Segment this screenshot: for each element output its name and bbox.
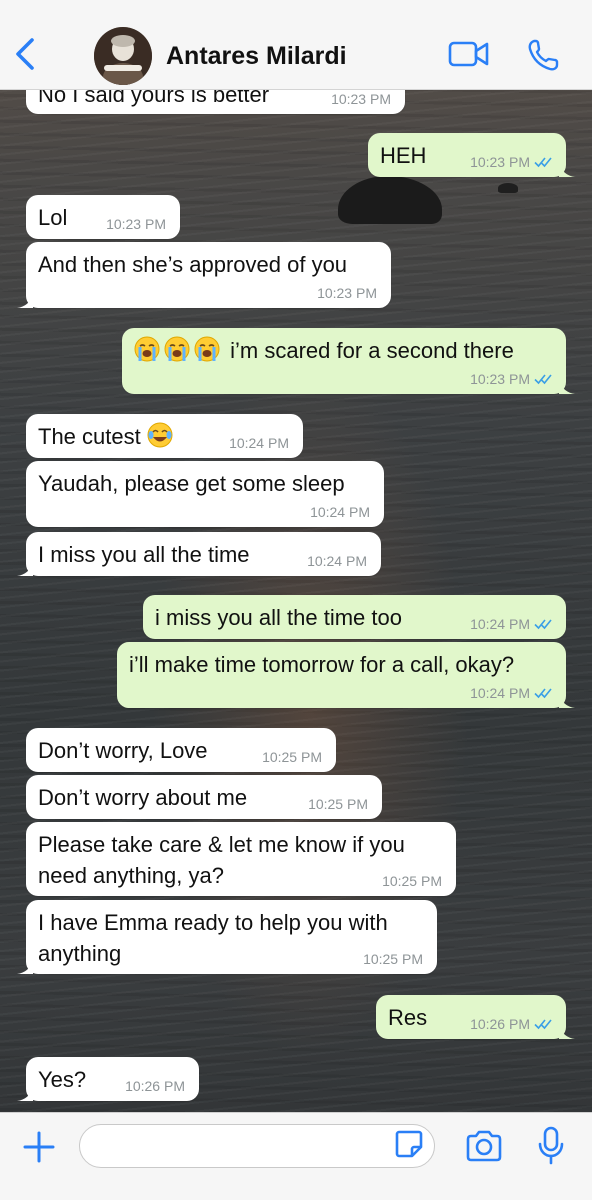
message-meta: 10:24 PM (470, 616, 554, 632)
message-outgoing[interactable]: i’m scared for a second there 10:23 PM (122, 328, 575, 394)
message-time: 10:24 PM (470, 616, 530, 632)
message-meta: 10:26 PM (470, 1016, 554, 1032)
avatar[interactable] (94, 27, 152, 85)
read-ticks-icon (534, 1019, 552, 1030)
message-text: Yaudah, please get some sleep (38, 471, 345, 496)
bubble-tail (17, 562, 33, 576)
message-incoming[interactable]: Don’t worry about me 10:25 PM (26, 775, 382, 819)
video-camera-icon[interactable] (448, 40, 490, 68)
contact-name[interactable]: Antares Milardi (166, 42, 347, 71)
loudly-crying-face-icon (134, 336, 160, 362)
message-time: 10:23 PM (470, 371, 530, 387)
read-ticks-icon (534, 619, 552, 630)
message-incoming[interactable]: Please take care & let me know if you ne… (26, 822, 456, 896)
message-meta: 10:23 PM (470, 154, 554, 170)
message-time: 10:23 PM (317, 285, 377, 301)
face-with-tears-of-joy-icon (147, 422, 173, 448)
message-text: i’ll make time tomorrow for a call, okay… (129, 652, 515, 677)
message-time: 10:25 PM (308, 796, 368, 812)
message-text: i’m scared for a second there (134, 335, 554, 366)
message-incoming[interactable]: I have Emma ready to help you with anyth… (17, 900, 437, 974)
message-input[interactable] (79, 1124, 435, 1168)
camera-icon[interactable] (465, 1130, 503, 1162)
bubble-tail (559, 1025, 575, 1039)
microphone-icon[interactable] (537, 1126, 565, 1166)
message-text-part: The cutest (38, 424, 141, 449)
message-time: 10:25 PM (363, 951, 423, 967)
chat-header: Antares Milardi (0, 0, 592, 90)
read-ticks-icon (534, 374, 552, 385)
message-text-line: Please take care & let me know if you (38, 832, 405, 857)
message-text-part: i’m scared for a second there (230, 338, 514, 363)
message-incoming[interactable]: Don’t worry, Love 10:25 PM (26, 728, 336, 772)
message-time: 10:24 PM (229, 435, 289, 451)
message-time: 10:24 PM (307, 553, 367, 569)
bubble-tail (559, 163, 575, 177)
message-outgoing[interactable]: i’ll make time tomorrow for a call, okay… (117, 642, 575, 708)
avatar-photo (94, 27, 152, 85)
read-ticks-icon (534, 688, 552, 699)
plus-icon[interactable] (22, 1130, 56, 1164)
message-text: And then she’s approved of you (38, 252, 348, 277)
phone-icon[interactable] (526, 38, 560, 72)
message-time: 10:24 PM (470, 685, 530, 701)
message-time: 10:26 PM (125, 1078, 185, 1094)
sticker-icon[interactable] (394, 1129, 424, 1159)
message-time: 10:25 PM (382, 873, 442, 889)
message-outgoing[interactable]: i miss you all the time too 10:24 PM (143, 595, 566, 639)
message-time: 10:24 PM (310, 504, 370, 520)
message-time: 10:23 PM (331, 91, 391, 107)
wallpaper-rock-small (498, 183, 518, 193)
message-incoming[interactable]: I miss you all the time 10:24 PM (17, 532, 381, 576)
message-outgoing[interactable]: HEH 10:23 PM (368, 133, 575, 177)
message-time: 10:25 PM (262, 749, 322, 765)
message-incoming[interactable]: The cutest 10:24 PM (26, 414, 303, 458)
bubble-tail (17, 294, 33, 308)
bubble-tail (17, 1087, 33, 1101)
message-time: 10:26 PM (470, 1016, 530, 1032)
read-ticks-icon (534, 157, 552, 168)
loudly-crying-face-icon (164, 336, 190, 362)
message-outgoing[interactable]: Res 10:26 PM (376, 995, 575, 1039)
message-time: 10:23 PM (106, 216, 166, 232)
bubble-tail (559, 380, 575, 394)
chevron-left-icon[interactable] (12, 36, 42, 72)
message-time: 10:23 PM (470, 154, 530, 170)
message-incoming[interactable]: And then she’s approved of you 10:23 PM (17, 242, 391, 308)
message-incoming[interactable]: Lol 10:23 PM (26, 195, 180, 239)
message-meta: 10:24 PM (470, 685, 554, 701)
message-incoming[interactable]: Yes? 10:26 PM (17, 1057, 199, 1101)
bubble-tail (17, 960, 33, 974)
message-text-line: I have Emma ready to help you with (38, 910, 388, 935)
loudly-crying-face-icon (194, 336, 220, 362)
message-meta: 10:23 PM (470, 371, 554, 387)
message-incoming[interactable]: Yaudah, please get some sleep 10:24 PM (26, 461, 384, 527)
bubble-tail (559, 694, 575, 708)
